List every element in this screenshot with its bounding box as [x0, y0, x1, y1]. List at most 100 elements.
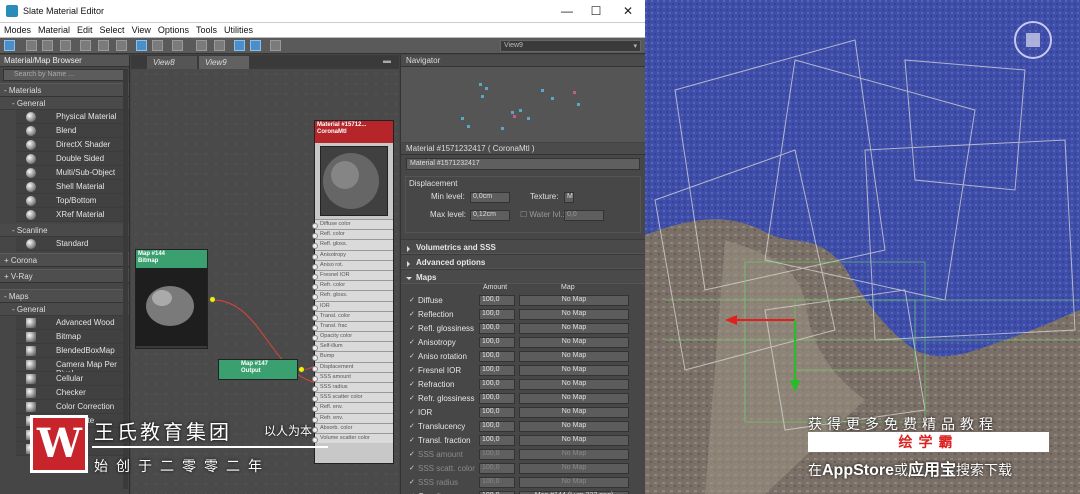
material-name-field[interactable]: Material #1571232417 [406, 158, 640, 170]
map-enable-checkbox[interactable]: ✓ [409, 423, 416, 430]
section-materials[interactable]: - Materials [0, 83, 129, 97]
output-node-port[interactable] [298, 366, 305, 373]
tab-view8[interactable]: View8 [147, 56, 197, 69]
map-amount-field[interactable]: 100,0 [479, 407, 515, 418]
bitmap-output-port[interactable] [209, 296, 216, 303]
menu-options[interactable]: Options [154, 23, 192, 35]
move-children-icon[interactable] [98, 40, 109, 51]
map-slot-button[interactable]: No Map [519, 309, 629, 320]
material-slot[interactable]: Fresnel IOR [312, 269, 393, 281]
material-slot[interactable]: Transl. color [312, 310, 393, 321]
section-scanline[interactable]: - Scanline [0, 224, 129, 237]
list-item[interactable]: Physical Material [16, 110, 129, 124]
map-amount-field[interactable]: 100,0 [479, 477, 515, 488]
list-item[interactable]: Standard [16, 237, 129, 251]
map-enable-checkbox[interactable]: ✓ [409, 353, 416, 360]
texture-button[interactable]: M [564, 192, 574, 203]
map-enable-checkbox[interactable]: ✓ [409, 479, 416, 486]
map-enable-checkbox[interactable]: ✓ [409, 381, 416, 388]
material-slot[interactable]: Volume scatter color [312, 432, 393, 444]
list-item[interactable]: Cellular [16, 372, 129, 386]
menu-tools[interactable]: Tools [192, 23, 220, 35]
map-enable-checkbox[interactable]: ✓ [409, 465, 416, 472]
min-level-field[interactable]: 0,0cm [470, 192, 510, 203]
material-slot[interactable]: Absorb. color [312, 422, 393, 433]
rollout-volumetrics[interactable]: Volumetrics and SSS [401, 239, 645, 254]
show-bg-icon[interactable] [152, 40, 163, 51]
material-slot[interactable]: Self-illum [312, 341, 393, 352]
map-slot-button[interactable]: No Map [519, 477, 629, 488]
material-slot[interactable]: Refl. env. [312, 402, 393, 413]
map-enable-checkbox[interactable]: ✓ [409, 325, 416, 332]
material-slot[interactable]: Anisotropy [312, 249, 393, 260]
sample-slot-icon[interactable] [172, 40, 183, 51]
map-slot-button[interactable]: No Map [519, 365, 629, 376]
list-item[interactable]: Bitmap [16, 330, 129, 344]
map-amount-field[interactable]: 100,0 [479, 323, 515, 334]
map-amount-field[interactable]: 100,0 [479, 435, 515, 446]
material-slot[interactable]: Refr. color [312, 280, 393, 291]
select-tool-icon[interactable] [4, 40, 15, 51]
map-enable-checkbox[interactable]: ✓ [409, 437, 416, 444]
map-amount-field[interactable]: 100,0 [479, 449, 515, 460]
pick-material-icon[interactable] [26, 40, 37, 51]
section-corona[interactable]: + Corona [0, 253, 129, 267]
map-enable-checkbox[interactable]: ✓ [409, 451, 416, 458]
navigator-minimap[interactable] [401, 67, 644, 139]
section-maps-general[interactable]: - General [0, 303, 129, 316]
material-slot[interactable]: SSS amount [312, 371, 393, 382]
minimize-button[interactable]: — [555, 3, 579, 19]
layout-all-icon[interactable] [196, 40, 207, 51]
list-item[interactable]: Advanced Wood [16, 316, 129, 330]
list-item[interactable]: Camera Map Per Pixel [16, 358, 129, 378]
material-slot[interactable]: SSS scatter color [312, 392, 393, 403]
material-node-header[interactable]: Material #15712... CoronaMtl [315, 121, 393, 143]
delete-icon[interactable] [80, 40, 91, 51]
map-amount-field[interactable]: 100,0 [479, 295, 515, 306]
close-tab-icon[interactable]: ▬ [383, 56, 393, 66]
map-slot-button[interactable]: No Map [519, 379, 629, 390]
menu-view[interactable]: View [128, 23, 154, 35]
map-enable-checkbox[interactable]: ✓ [409, 339, 416, 346]
list-item[interactable]: BlendedBoxMap [16, 344, 129, 358]
menu-select[interactable]: Select [96, 23, 128, 35]
view-dropdown[interactable]: View9 ▾ [500, 40, 641, 52]
map-amount-field[interactable]: 100,0 [479, 393, 515, 404]
menu-modes[interactable]: Modes [0, 23, 34, 35]
browser-search-input[interactable]: Search by Name ... [3, 69, 126, 81]
list-item[interactable]: DirectX Shader [16, 138, 129, 152]
material-slot[interactable]: IOR [312, 300, 393, 311]
map-amount-field[interactable]: 100,0 [479, 309, 515, 320]
rollout-maps[interactable]: Maps [401, 269, 645, 284]
list-item[interactable]: Multi/Sub-Object [16, 166, 129, 180]
section-vray[interactable]: + V-Ray [0, 269, 129, 283]
tab-view9[interactable]: View9 [199, 56, 249, 69]
water-level-field[interactable]: 0,0 [564, 210, 604, 221]
list-item[interactable]: Checker [16, 386, 129, 400]
map-slot-button[interactable]: No Map [519, 295, 629, 306]
material-browser-toggle-icon[interactable] [234, 40, 245, 51]
map-slot-button[interactable]: No Map [519, 463, 629, 474]
menu-material[interactable]: Material [34, 23, 73, 35]
list-item[interactable]: Blend [16, 124, 129, 138]
map-slot-button[interactable]: No Map [519, 407, 629, 418]
maximize-button[interactable]: ☐ [584, 3, 608, 19]
map-slot-button[interactable]: No Map [519, 435, 629, 446]
material-slot[interactable]: Refl. gloss. [312, 239, 393, 250]
map-enable-checkbox[interactable]: ✓ [409, 367, 416, 374]
material-slot[interactable]: Diffuse color [312, 219, 393, 230]
output-node-header[interactable]: Map #147 Output [219, 360, 297, 379]
map-amount-field[interactable]: 100,0 [479, 351, 515, 362]
map-slot-button[interactable]: No Map [519, 421, 629, 432]
map-slot-button[interactable]: No Map [519, 351, 629, 362]
map-amount-field[interactable]: 100,0 [479, 379, 515, 390]
map-enable-checkbox[interactable]: ✓ [409, 409, 416, 416]
select-by-material-icon[interactable] [270, 40, 281, 51]
material-slot[interactable]: Refl. color [312, 229, 393, 240]
output-node[interactable]: Map #147 Output [218, 359, 298, 380]
map-amount-field[interactable]: 100,0 [479, 421, 515, 432]
max-level-field[interactable]: 0,12cm [470, 210, 510, 221]
map-amount-field[interactable]: 100,0 [479, 365, 515, 376]
material-slot[interactable]: Refr. env. [312, 412, 393, 423]
material-slot[interactable]: SSS radius [312, 382, 393, 393]
